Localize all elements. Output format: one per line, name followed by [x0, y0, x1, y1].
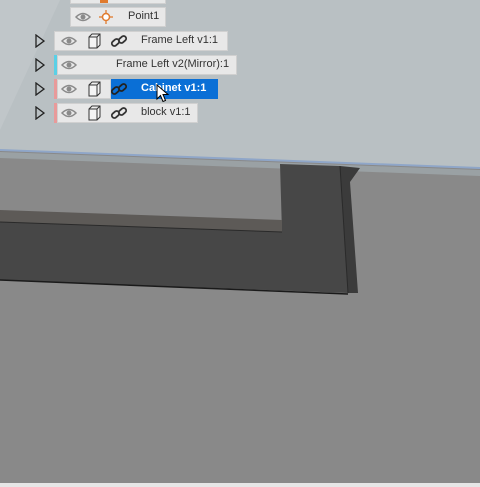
origin-point-icon	[99, 10, 113, 24]
component-box-icon	[88, 105, 101, 121]
mouse-pointer-icon	[156, 84, 170, 103]
link-chain-icon	[110, 35, 128, 47]
viewport-bottom-edge	[0, 483, 480, 487]
frame-left-mirror-label: Frame Left v2(Mirror):1	[116, 58, 230, 70]
visibility-eye-icon[interactable]	[74, 9, 92, 25]
expand-triangle-icon[interactable]	[35, 106, 45, 120]
tree-row-point1[interactable]: Point1	[70, 7, 170, 27]
expand-triangle-icon[interactable]	[35, 82, 45, 96]
tree-row-cabinet[interactable]: Cabinet v1:1	[30, 79, 220, 99]
visibility-eye-icon[interactable]	[60, 33, 78, 49]
tree-row-frame-left[interactable]: Frame Left v1:1	[30, 31, 230, 51]
link-chain-icon	[110, 107, 128, 119]
visibility-eye-icon[interactable]	[60, 105, 78, 121]
component-box-icon	[88, 33, 101, 49]
partial-node-box	[70, 0, 166, 4]
block-label: block v1:1	[141, 106, 191, 118]
frame-left-label: Frame Left v1:1	[141, 34, 219, 46]
browser-tree: Point1 Frame Left v1:1 Frame Left v2(Mir…	[0, 0, 480, 130]
link-chain-icon	[110, 83, 128, 95]
expand-triangle-icon[interactable]	[35, 34, 45, 48]
visibility-eye-icon[interactable]	[60, 81, 78, 97]
expand-triangle-icon[interactable]	[35, 58, 45, 72]
tree-row-block[interactable]: block v1:1	[30, 103, 200, 123]
tree-row-frame-left-mirror[interactable]: Frame Left v2(Mirror):1	[30, 55, 240, 75]
partial-origin-icon	[100, 0, 108, 3]
component-box-icon	[88, 81, 101, 97]
cabinet-label: Cabinet v1:1	[141, 82, 207, 94]
point1-label: Point1	[128, 10, 160, 22]
visibility-eye-icon[interactable]	[60, 57, 78, 73]
